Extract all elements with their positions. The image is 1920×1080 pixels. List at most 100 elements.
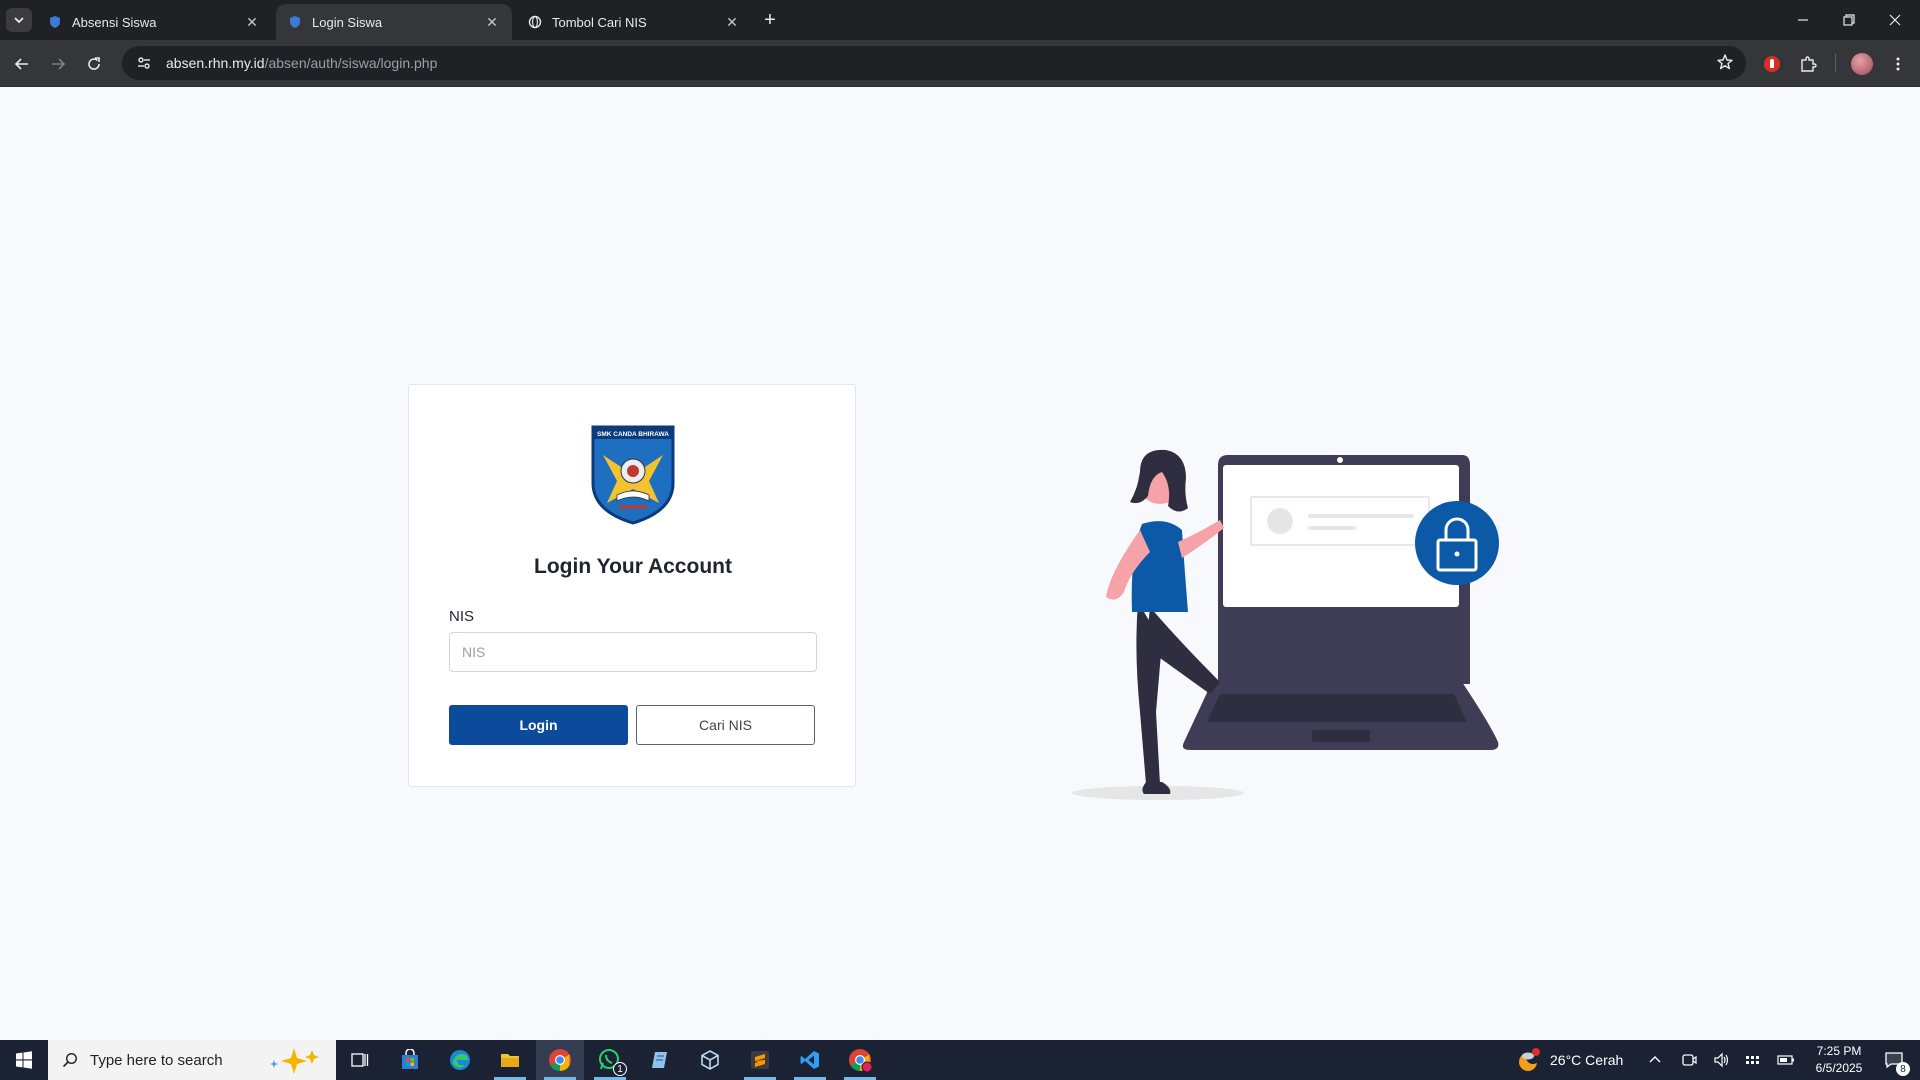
tab-absensi-siswa[interactable]: Absensi Siswa ✕	[36, 4, 272, 40]
clock-time: 7:25 PM	[1816, 1044, 1862, 1058]
bookmark-star-icon[interactable]	[1716, 53, 1734, 76]
shield-favicon-icon	[50, 16, 60, 28]
chevron-up-icon	[1649, 1056, 1661, 1063]
vscode-icon	[800, 1051, 819, 1069]
url-text: absen.rhn.my.id/absen/auth/siswa/login.p…	[166, 55, 437, 71]
battery-button[interactable]	[1777, 1040, 1795, 1080]
minimize-button[interactable]	[1780, 0, 1826, 40]
page-title: Login Your Account	[534, 555, 732, 578]
speaker-icon	[1714, 1052, 1729, 1068]
tab-label: Login Siswa	[312, 14, 383, 30]
page-content: SMK CANDA BHIRAWA Login Your Account NIS…	[0, 87, 1920, 1040]
tab-label: Tombol Cari NIS	[552, 14, 647, 30]
taskbar-search-box[interactable]: Type here to search	[48, 1040, 336, 1080]
browser-menu-button[interactable]	[1884, 50, 1912, 78]
taskbar-store[interactable]	[386, 1040, 434, 1080]
volume-button[interactable]	[1713, 1040, 1731, 1080]
restore-button[interactable]	[1826, 0, 1872, 40]
browser-toolbar: absen.rhn.my.id/absen/auth/siswa/login.p…	[0, 40, 1920, 87]
reload-icon	[88, 57, 100, 70]
virtualbox-icon	[701, 1050, 719, 1070]
school-logo: SMK CANDA BHIRAWA	[591, 425, 675, 525]
folder-icon	[501, 1054, 519, 1067]
close-icon[interactable]: ✕	[484, 14, 500, 30]
tab-search-button[interactable]	[6, 8, 32, 32]
taskbar-edge[interactable]	[436, 1040, 484, 1080]
taskbar-chrome[interactable]	[536, 1040, 584, 1080]
taskbar-notes-app[interactable]	[636, 1040, 684, 1080]
window-close-button[interactable]	[1872, 0, 1918, 40]
site-settings-icon[interactable]	[134, 53, 154, 73]
system-clock[interactable]: 7:25 PM 6/5/2025	[1805, 1043, 1873, 1077]
logo-text: SMK CANDA BHIRAWA	[597, 431, 669, 438]
taskbar-virtualbox[interactable]	[686, 1040, 734, 1080]
taskbar-whatsapp[interactable]: 1	[586, 1040, 634, 1080]
toolbar-divider	[1835, 54, 1836, 72]
close-icon[interactable]: ✕	[724, 14, 740, 30]
login-button[interactable]: Login	[449, 705, 628, 745]
cari-nis-button[interactable]: Cari NIS	[636, 705, 815, 745]
tab-login-siswa[interactable]: Login Siswa ✕	[276, 4, 512, 40]
back-button[interactable]	[8, 50, 36, 78]
nis-label: NIS	[449, 608, 475, 625]
meet-now-button[interactable]	[1681, 1040, 1697, 1080]
arrow-left-icon	[14, 58, 28, 70]
login-illustration	[1072, 449, 1499, 800]
puzzle-icon	[1801, 56, 1817, 72]
chrome-profile-icon	[849, 1049, 872, 1072]
start-button[interactable]	[0, 1040, 48, 1080]
sparkle-icon	[270, 1048, 319, 1074]
windows-taskbar: Type here to search 1 26°C Cerah 7:25 PM…	[0, 1040, 1920, 1080]
tab-label: Absensi Siswa	[72, 14, 157, 30]
new-tab-button[interactable]: +	[758, 8, 782, 32]
notification-center-button[interactable]: 8	[1876, 1040, 1912, 1080]
weather-widget[interactable]: 26°C Cerah	[1516, 1040, 1623, 1080]
clock-date: 6/5/2025	[1815, 1061, 1863, 1075]
taskbar-sublime[interactable]	[736, 1040, 784, 1080]
lock-icon	[1415, 501, 1499, 585]
red-extension-icon	[1764, 56, 1780, 72]
profile-button[interactable]	[1848, 50, 1876, 78]
camera-icon	[1682, 1054, 1697, 1066]
reload-button[interactable]	[80, 50, 108, 78]
show-hidden-icons-button[interactable]	[1648, 1040, 1662, 1080]
taskbar-file-explorer[interactable]	[486, 1040, 534, 1080]
whatsapp-badge: 1	[613, 1062, 627, 1076]
windows-icon	[16, 1051, 32, 1069]
network-button[interactable]	[1745, 1040, 1761, 1080]
extensions-menu-button[interactable]	[1794, 50, 1822, 78]
tab-tombol-cari-nis[interactable]: Tombol Cari NIS ✕	[516, 4, 752, 40]
close-icon	[1889, 14, 1901, 26]
weather-text: 26°C Cerah	[1550, 1052, 1624, 1068]
close-icon[interactable]: ✕	[244, 14, 260, 30]
taskbar-vscode[interactable]	[786, 1040, 834, 1080]
edge-icon	[450, 1050, 470, 1070]
chrome-icon	[549, 1049, 571, 1071]
restore-icon	[1843, 14, 1855, 26]
microsoft-store-icon	[402, 1049, 418, 1069]
notification-count: 8	[1896, 1062, 1910, 1076]
notes-icon	[652, 1052, 667, 1068]
login-card: SMK CANDA BHIRAWA Login Your Account NIS…	[408, 384, 856, 787]
address-bar[interactable]: absen.rhn.my.id/absen/auth/siswa/login.p…	[122, 46, 1746, 80]
extension-button[interactable]	[1758, 50, 1786, 78]
globe-favicon-icon	[528, 15, 542, 29]
taskbar-search-placeholder: Type here to search	[90, 1051, 223, 1069]
network-icon	[1746, 1056, 1759, 1064]
battery-icon	[1777, 1055, 1794, 1065]
minimize-icon	[1798, 19, 1808, 21]
sublime-text-icon	[751, 1051, 769, 1069]
browser-tab-bar: Absensi Siswa ✕ Login Siswa ✕ Tombol Car…	[0, 0, 1920, 40]
chevron-down-icon	[14, 17, 24, 24]
taskbar-chrome-profile[interactable]	[836, 1040, 884, 1080]
forward-button[interactable]	[44, 50, 72, 78]
nis-input[interactable]	[449, 632, 817, 672]
task-view-button[interactable]	[336, 1040, 384, 1080]
task-view-icon	[351, 1053, 369, 1067]
url-path: /absen/auth/siswa/login.php	[264, 55, 438, 71]
kebab-menu-icon	[1896, 57, 1900, 71]
arrow-right-icon	[52, 58, 66, 70]
url-host: absen.rhn.my.id	[166, 55, 265, 71]
search-icon	[62, 1052, 78, 1068]
laptop-illustration	[1182, 455, 1499, 750]
